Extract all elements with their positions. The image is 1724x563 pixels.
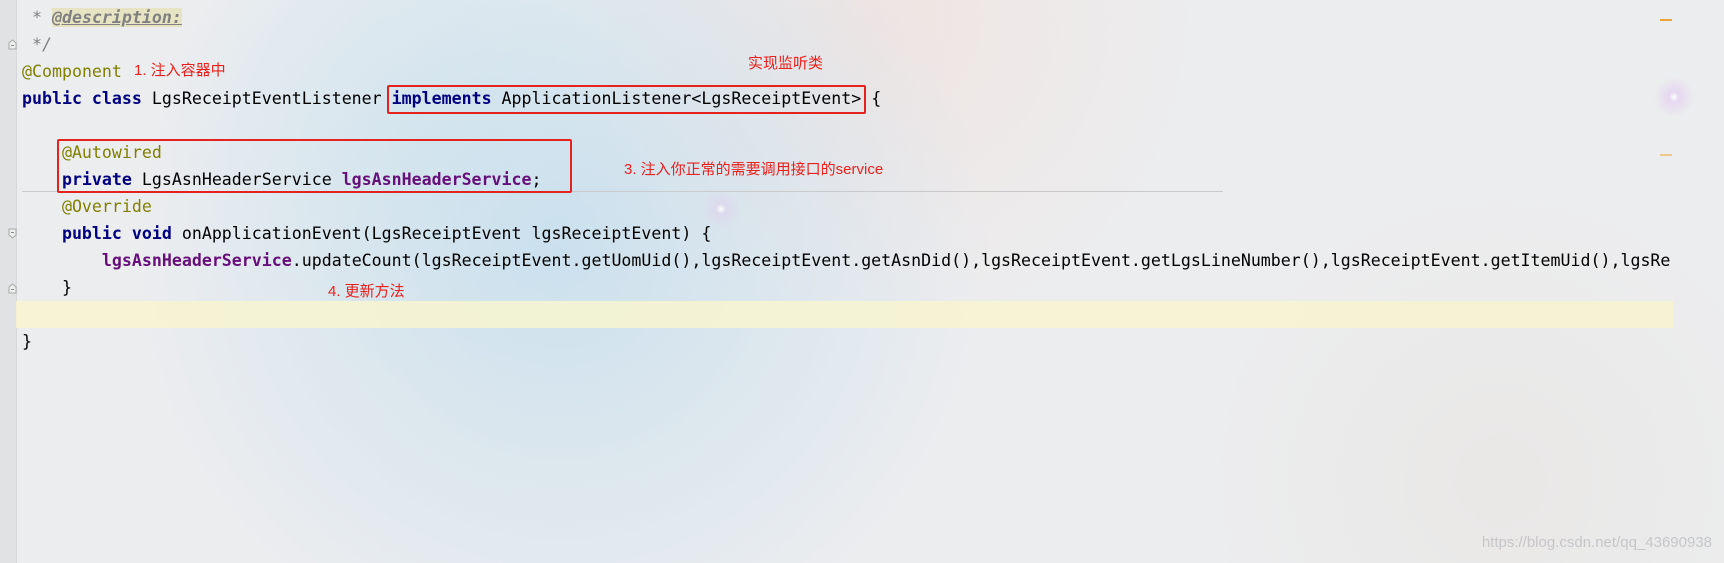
markup-note-inject-container: 1. 注入容器中 bbox=[134, 62, 226, 79]
fold-start-icon bbox=[8, 228, 17, 239]
code-line[interactable]: @Component bbox=[22, 58, 1674, 85]
field-reference: lgsAsnHeaderService bbox=[101, 251, 292, 270]
code-line[interactable]: @Override bbox=[22, 193, 1674, 220]
code-line[interactable]: } bbox=[22, 274, 1674, 301]
fold-end-icon bbox=[8, 39, 17, 50]
code-editor-window: * @description: */ @Component public cla… bbox=[0, 0, 1724, 563]
javadoc-tag: @description: bbox=[51, 8, 182, 27]
brace: } bbox=[61, 278, 72, 297]
brace: } bbox=[22, 332, 32, 351]
comment-end: */ bbox=[22, 35, 52, 54]
markup-note-implements-listener: 实现监听类 bbox=[748, 55, 824, 72]
code-line-empty[interactable] bbox=[22, 112, 1674, 139]
error-stripe-marker[interactable] bbox=[1660, 19, 1672, 21]
code-line-empty[interactable] bbox=[22, 301, 1674, 328]
keyword: public void bbox=[61, 224, 172, 243]
annotation-component: @Component bbox=[22, 62, 122, 81]
markup-box-implements bbox=[387, 85, 866, 114]
code-line[interactable]: */ bbox=[22, 31, 1674, 58]
fold-marker-icon[interactable] bbox=[8, 228, 17, 239]
code-line[interactable]: * @description: bbox=[22, 4, 1674, 31]
markup-note-update-method: 4. 更新方法 bbox=[328, 283, 405, 300]
markup-note-inject-service: 3. 注入你正常的需要调用接口的service bbox=[624, 161, 884, 178]
fold-end-icon bbox=[8, 283, 17, 294]
method-signature: onApplicationEvent(LgsReceiptEvent lgsRe… bbox=[171, 224, 712, 243]
keyword: public class bbox=[22, 89, 142, 108]
method-call: .updateCount(lgsReceiptEvent.getUomUid()… bbox=[291, 251, 1671, 270]
annotation-override: @Override bbox=[61, 197, 152, 216]
error-stripe-marker[interactable] bbox=[1660, 154, 1672, 156]
fold-marker-icon[interactable] bbox=[8, 39, 17, 50]
code-line[interactable]: } bbox=[22, 328, 1674, 355]
fold-marker-icon[interactable] bbox=[8, 283, 17, 294]
editor-gutter[interactable] bbox=[0, 0, 17, 563]
code-line[interactable]: public void onApplicationEvent(LgsReceip… bbox=[22, 220, 1674, 247]
comment-prefix: * bbox=[22, 8, 52, 27]
class-name: LgsReceiptEventListener bbox=[141, 89, 392, 108]
watermark: https://blog.csdn.net/qq_43690938 bbox=[1481, 534, 1712, 551]
code-line[interactable]: lgsAsnHeaderService.updateCount(lgsRecei… bbox=[22, 247, 1674, 274]
markup-box-autowired-field bbox=[57, 139, 572, 193]
